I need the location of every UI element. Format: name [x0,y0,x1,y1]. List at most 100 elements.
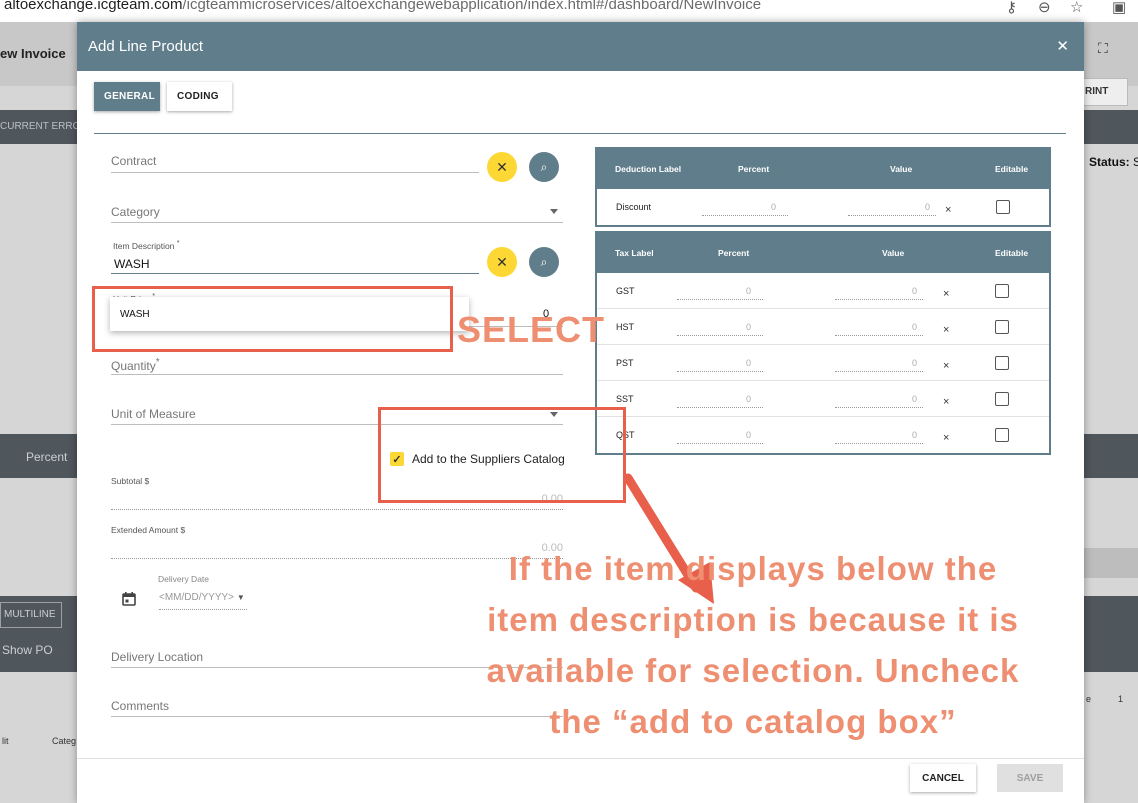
clear-contract-button[interactable]: ✕ [487,152,517,182]
close-icon[interactable]: ✕ [1056,37,1069,55]
annotation-line: available for selection. Uncheck [486,652,1020,689]
star-icon[interactable]: ☆ [1070,0,1083,16]
deduction-value-header: Value [890,164,913,174]
remove-icon[interactable]: × [943,360,949,372]
remove-icon[interactable]: × [943,432,949,444]
deduction-table: Deduction Label Percent Value Editable D… [595,147,1051,227]
status-label: Status: [1089,155,1130,169]
background-page-number[interactable]: 1 [1118,694,1123,704]
background-page-title: ew Invoice [0,46,66,61]
editable-checkbox[interactable] [996,200,1010,214]
zoom-icon[interactable]: ⊖ [1038,0,1051,16]
item-description-underline [111,273,479,274]
cancel-button[interactable]: CANCEL [910,764,976,792]
subtotal-underline [111,509,563,510]
table-row: SST 0 0 × [597,381,1049,417]
search-icon: ⌕ [540,159,548,174]
fullscreen-icon[interactable]: ⛶ [1098,40,1108,57]
delivery-date-input[interactable]: <MM/DD/YYYY> ▼ [159,592,245,603]
clear-icon: ✕ [496,253,508,270]
clear-item-button[interactable]: ✕ [487,247,517,277]
editable-checkbox[interactable] [995,356,1009,370]
quantity-input[interactable] [111,374,563,375]
background-col-a: lit [2,736,9,746]
url-path: /icgteammicroservices/altoexchangewebapp… [182,0,762,13]
save-button[interactable]: SAVE [997,764,1063,792]
delivery-date-underline [159,609,247,610]
category-select[interactable] [111,222,563,223]
delivery-date-label: Delivery Date [158,574,210,584]
annotation-box-autocomplete [92,286,453,352]
deduction-value-input[interactable]: 0 [848,202,936,216]
tax-percent-input[interactable]: 0 [677,394,763,408]
tax-value-input[interactable]: 0 [835,286,923,300]
remove-icon[interactable]: × [943,288,949,300]
tax-label: HST [616,322,634,332]
contract-field[interactable] [111,172,479,173]
tax-percent-header: Percent [718,248,750,258]
annotation-select-text: SELECT [457,309,606,350]
background-col-b: Categ [52,736,77,746]
url-text[interactable]: altoexchange.icgteam.com/icgteammicroser… [4,0,761,13]
show-po-label[interactable]: Show PO [2,643,53,657]
table-row: HST 0 0 × [597,309,1049,345]
item-description-label-text: Item Description [113,240,175,251]
tax-value-input[interactable]: 0 [835,322,923,336]
editable-checkbox[interactable] [995,320,1009,334]
dialog-header: Add Line Product ✕ [77,22,1084,71]
tax-percent-input[interactable]: 0 [677,322,763,336]
editable-checkbox[interactable] [995,392,1009,406]
print-button[interactable]: RINT [1080,78,1128,106]
delivery-location-label: Delivery Location [111,650,204,664]
key-icon[interactable]: ⚷ [1006,0,1017,16]
deduction-label-header: Deduction Label [615,164,682,174]
quantity-label-text: Quantity [111,359,156,373]
tax-value-input[interactable]: 0 [835,358,923,372]
table-row: PST 0 0 × [597,345,1049,381]
tax-value-input[interactable]: 0 [835,394,923,408]
tax-percent-input[interactable]: 0 [677,430,763,444]
clear-icon: ✕ [496,158,508,175]
tax-editable-header: Editable [995,248,1029,258]
dialog-title: Add Line Product [88,38,204,55]
deduction-percent-header: Percent [738,164,770,174]
background-percent-label: Percent [26,450,68,464]
deduction-percent-input[interactable]: 0 [702,202,788,216]
tax-percent-input[interactable]: 0 [677,358,763,372]
table-row: QST 0 0 × [597,417,1049,453]
chevron-down-icon[interactable] [550,209,558,214]
editable-checkbox[interactable] [995,428,1009,442]
remove-icon[interactable]: × [945,204,951,216]
tax-percent-input[interactable]: 0 [677,286,763,300]
caret-down-icon[interactable]: ▼ [237,593,245,602]
uom-label: Unit of Measure [111,407,196,421]
tax-label-header: Tax Label [615,248,654,258]
multiline-button[interactable]: MULTILINE [0,602,62,628]
browser-url-bar[interactable]: altoexchange.icgteam.com/icgteammicroser… [0,0,1138,22]
subtotal-label: Subtotal $ [111,476,150,486]
tab-coding[interactable]: CODING [167,82,232,111]
extended-amount-label: Extended Amount $ [111,525,186,535]
status-readout: Status: SA [1089,155,1138,169]
search-contract-button[interactable]: ⌕ [529,152,559,182]
annotation-note: If the item displays below the item desc… [468,543,1038,747]
status-value: SA [1133,155,1138,169]
current-error-tab[interactable]: CURRENT ERROR [0,121,88,132]
calendar-icon[interactable] [122,592,136,606]
search-item-button[interactable]: ⌕ [529,247,559,277]
tab-general[interactable]: GENERAL [94,82,160,111]
category-label: Category [111,205,160,219]
annotation-line: the “add to catalog box” [549,703,957,740]
annotation-box-catalog [378,407,626,503]
editable-checkbox[interactable] [995,284,1009,298]
footer-divider [77,758,1084,759]
table-row: Discount 0 0 × [597,189,1049,225]
remove-icon[interactable]: × [943,324,949,336]
tax-value-input[interactable]: 0 [835,430,923,444]
delivery-date-placeholder: <MM/DD/YYYY> [159,592,235,603]
deduction-editable-header: Editable [995,164,1029,174]
extension-icon[interactable]: ▣ [1112,0,1126,16]
item-description-label: Item Description * [113,239,180,251]
remove-icon[interactable]: × [943,396,949,408]
item-description-input[interactable]: WASH [114,257,150,271]
